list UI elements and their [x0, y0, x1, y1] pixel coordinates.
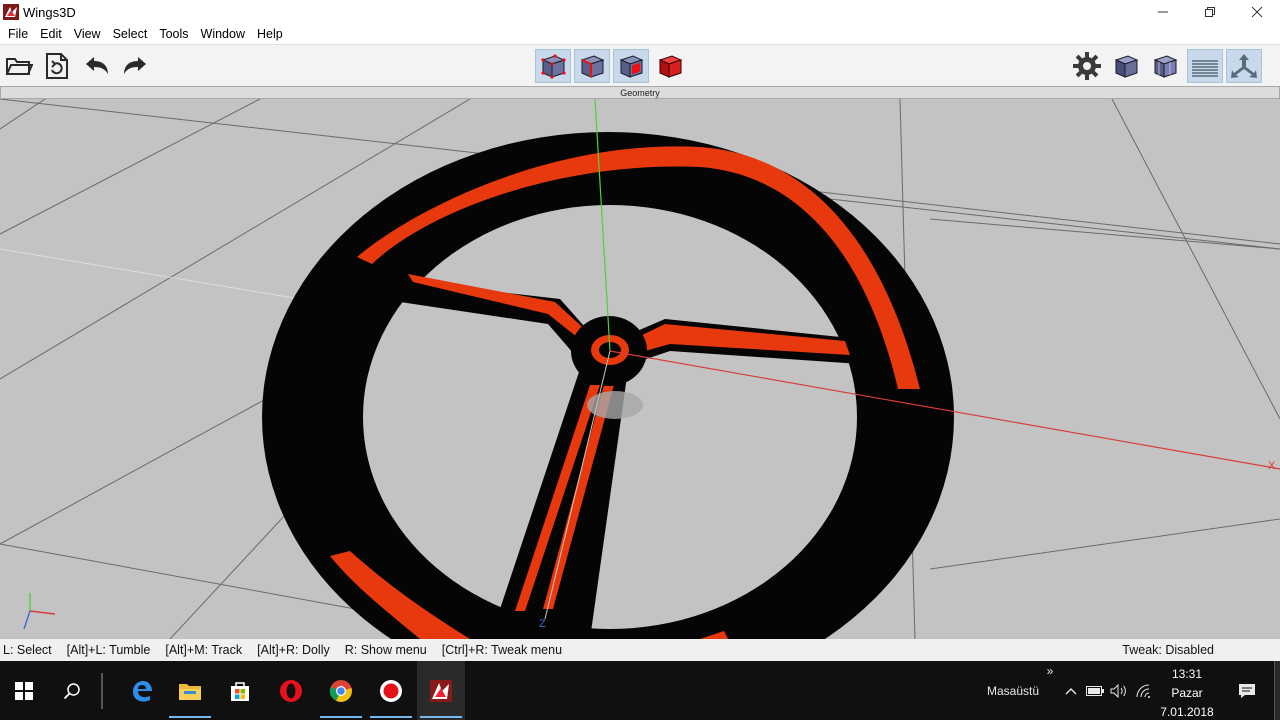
menu-edit[interactable]: Edit: [34, 24, 68, 44]
tweak-status: Tweak: Disabled: [1122, 643, 1214, 657]
z-axis-label: Z: [539, 618, 546, 630]
file-explorer-icon: [179, 683, 201, 700]
menu-view[interactable]: View: [68, 24, 107, 44]
search-icon: [63, 682, 80, 699]
battery-icon: [1086, 685, 1104, 696]
face-mode-icon: [619, 55, 644, 78]
wifi-icon: [1136, 684, 1150, 698]
save-icon: [46, 53, 68, 79]
menu-help[interactable]: Help: [251, 24, 289, 44]
start-button[interactable]: [0, 661, 48, 720]
taskbar-separator: [101, 673, 103, 709]
taskbar-opera[interactable]: [267, 661, 315, 720]
chevron-up-icon: [1065, 687, 1077, 694]
opera-icon: [280, 679, 302, 702]
viewport-canvas: X Z: [0, 99, 1280, 639]
start-icon: [15, 681, 33, 700]
vertex-mode-icon: [541, 54, 566, 79]
preferences-button[interactable]: [1069, 49, 1105, 83]
hint-show-menu: R: Show menu: [344, 643, 427, 657]
restore-icon: [1204, 7, 1215, 17]
groundplane-icon: [1192, 60, 1218, 77]
body-mode-icon: [658, 55, 683, 78]
tray-show-hidden[interactable]: [1061, 661, 1081, 720]
axes-button[interactable]: [1226, 49, 1262, 83]
status-bar: L: Select [Alt]+L: Tumble [Alt]+M: Track…: [0, 639, 1280, 661]
taskbar-edge[interactable]: [118, 661, 166, 720]
menu-select[interactable]: Select: [107, 24, 154, 44]
body-mode-button[interactable]: [652, 49, 688, 83]
desktop-toolbar-label[interactable]: Masaüstü: [983, 681, 1043, 701]
clock-day: Pazar: [1171, 686, 1203, 700]
store-icon: [231, 681, 249, 701]
save-button[interactable]: [39, 49, 75, 83]
close-button[interactable]: [1233, 0, 1280, 24]
action-center-button[interactable]: [1230, 661, 1264, 720]
tray-battery[interactable]: [1084, 661, 1106, 720]
vertex-mode-button[interactable]: [535, 49, 571, 83]
axis-gizmo-icon: [23, 593, 56, 630]
clock-date: 7.01.2018: [1160, 705, 1214, 719]
taskbar-wings3d[interactable]: [417, 661, 465, 720]
windows-taskbar: » Masaüstü 13:31 Pazar 7.01.2018: [0, 661, 1280, 720]
edge-mode-button[interactable]: [574, 49, 610, 83]
geometry-viewport[interactable]: X Z: [0, 99, 1280, 639]
edge-mode-icon: [580, 55, 605, 78]
hint-track: [Alt]+M: Track: [165, 643, 243, 657]
record-icon: [380, 679, 402, 702]
hint-select: L: Select: [3, 643, 52, 657]
steering-wheel-model: [262, 132, 954, 639]
menu-file[interactable]: File: [2, 24, 34, 44]
hint-dolly: [Alt]+R: Dolly: [257, 643, 330, 657]
notification-icon: [1239, 683, 1255, 698]
menu-window[interactable]: Window: [195, 24, 251, 44]
redo-icon: [124, 57, 146, 74]
taskbar-store[interactable]: [216, 661, 264, 720]
open-folder-icon: [6, 58, 33, 75]
taskbar-clock[interactable]: 13:31 Pazar 7.01.2018: [1152, 665, 1222, 720]
taskbar-recorder[interactable]: [367, 661, 415, 720]
open-button[interactable]: [1, 49, 37, 83]
volume-icon: [1110, 683, 1126, 698]
smooth-shaded-icon: [1114, 55, 1139, 78]
groundplane-button[interactable]: [1187, 49, 1223, 83]
edge-icon: [133, 680, 152, 702]
chrome-icon: [329, 679, 352, 702]
geometry-title: Geometry: [620, 87, 660, 98]
wings3d-window: Wings3D File Edit View Select Tools Wind…: [0, 0, 1280, 720]
tray-volume[interactable]: [1108, 661, 1130, 720]
clock-time: 13:31: [1171, 667, 1203, 681]
hint-tumble: [Alt]+L: Tumble: [66, 643, 151, 657]
axes-icon: [1231, 54, 1257, 78]
close-icon: [1251, 6, 1262, 18]
undo-icon: [86, 57, 108, 74]
taskbar-chrome[interactable]: [317, 661, 365, 720]
wings3d-app-icon: [3, 4, 19, 20]
gear-icon: [1073, 52, 1101, 80]
hint-tweak-menu: [Ctrl]+R: Tweak menu: [441, 643, 563, 657]
face-mode-button[interactable]: [613, 49, 649, 83]
menu-tools[interactable]: Tools: [153, 24, 194, 44]
menu-bar: File Edit View Select Tools Window Help: [0, 24, 1280, 44]
overflow-chevron[interactable]: »: [1043, 661, 1057, 681]
show-desktop-button[interactable]: [1274, 661, 1280, 720]
toolbar: [0, 44, 1280, 86]
undo-button[interactable]: [79, 49, 115, 83]
x-axis-label: X: [1268, 460, 1276, 472]
search-button[interactable]: [48, 661, 96, 720]
redo-button[interactable]: [117, 49, 153, 83]
window-controls: [1139, 0, 1280, 24]
minimize-button[interactable]: [1139, 0, 1186, 24]
wings3d-icon: [430, 679, 452, 702]
wireframe-cube-icon: [1153, 55, 1178, 78]
geometry-viewport-header: Geometry: [0, 86, 1280, 99]
taskbar-file-explorer[interactable]: [166, 661, 214, 720]
smooth-shaded-button[interactable]: [1108, 49, 1144, 83]
restore-button[interactable]: [1186, 0, 1233, 24]
window-title: Wings3D: [23, 4, 76, 20]
minimize-icon: [1157, 11, 1168, 13]
wireframe-button[interactable]: [1147, 49, 1183, 83]
title-bar: Wings3D: [0, 0, 1280, 24]
